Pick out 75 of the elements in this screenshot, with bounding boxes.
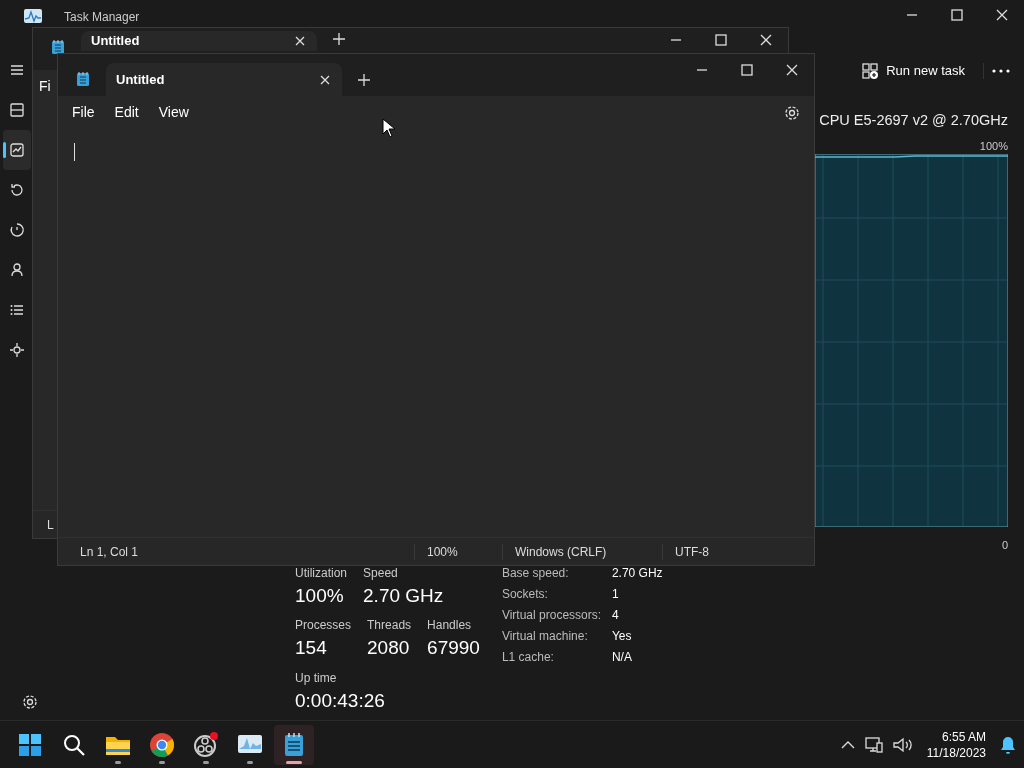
close-icon: [320, 74, 330, 85]
chart-icon: [9, 142, 25, 158]
users-icon: [9, 262, 25, 278]
gauge-icon: [9, 222, 25, 238]
stat-label: Threads: [367, 617, 412, 635]
maximize-icon: [740, 64, 753, 76]
menu-item[interactable]: File: [64, 98, 103, 127]
grid-icon: [9, 102, 25, 118]
stat-label: Handles: [427, 617, 473, 635]
stat-value: 154: [295, 636, 328, 661]
settings-icon[interactable]: [22, 694, 38, 710]
spec-value: N/A: [611, 648, 633, 666]
menu-icon: [9, 62, 25, 78]
start-icon: [17, 731, 43, 758]
taskbar-button[interactable]: [274, 724, 314, 765]
stat-label: Up time: [295, 669, 338, 687]
plus-icon: [333, 33, 345, 45]
stat-value: 2080: [367, 636, 411, 661]
axis-label: 100%: [979, 138, 1008, 154]
notepad-icon: [76, 71, 90, 87]
settings-icon[interactable]: [784, 104, 800, 121]
bell-icon[interactable]: [1000, 735, 1016, 754]
close-icon: [785, 64, 798, 76]
clock[interactable]: 6:55 AM 11/18/2023: [922, 728, 990, 761]
more-icon: [992, 69, 1010, 73]
new-tab-button[interactable]: [356, 72, 372, 88]
run-new-task-button[interactable]: Run new task: [852, 57, 975, 85]
recorder-icon: [193, 731, 219, 758]
menu-item[interactable]: Edit: [106, 98, 147, 127]
spec-value: Yes: [611, 627, 633, 645]
stat-value: 100%: [295, 583, 345, 608]
stat-label: Utilization: [295, 564, 348, 582]
status-text: Ln 1, Col 1: [79, 543, 140, 560]
status-text: Windows (CRLF): [502, 543, 662, 560]
cursor-icon: [382, 118, 396, 138]
window-title: Task Manager: [64, 9, 140, 26]
new-task-icon: [862, 63, 879, 79]
stat-label: Speed: [363, 564, 399, 582]
menu-item[interactable]: Fi: [33, 72, 57, 101]
cpu-name: CPU E5-2697 v2 @ 2.70GHz: [819, 111, 1008, 130]
task-manager-icon: [24, 9, 42, 23]
stat-value: 0:00:43:26: [295, 688, 385, 713]
notepad-icon: [51, 39, 65, 55]
status-text: L: [46, 516, 55, 533]
network-icon[interactable]: [864, 736, 883, 753]
list-icon: [9, 302, 25, 318]
tab[interactable]: Untitled: [81, 31, 317, 51]
tab[interactable]: Untitled: [106, 63, 342, 96]
spec-value: 2.70 GHz: [611, 564, 663, 582]
status-text: 100%: [414, 543, 502, 560]
close-icon: [759, 34, 772, 46]
menu-item[interactable]: View: [150, 98, 197, 127]
spec-label: Virtual machine:: [501, 627, 589, 645]
spec-label: L1 cache:: [501, 648, 555, 666]
volume-icon[interactable]: [892, 736, 913, 753]
spec-label: Base speed:: [501, 564, 570, 582]
spec-label: Virtual processors:: [501, 606, 603, 624]
plus-icon: [358, 74, 370, 86]
axis-label: 0: [1001, 538, 1008, 554]
status-text: UTF-8: [662, 543, 782, 560]
chevron-up-icon[interactable]: [840, 739, 855, 750]
sidebar-item[interactable]: [3, 130, 31, 170]
spec-label: Sockets:: [501, 585, 549, 603]
maximize-icon: [714, 34, 727, 46]
close-icon: [295, 36, 305, 46]
close-icon: [995, 9, 1008, 21]
stat-value: 2.70 GHz: [363, 583, 444, 608]
maximize-icon: [950, 9, 963, 21]
stat-label: Processes: [295, 617, 352, 635]
history-icon: [9, 182, 25, 198]
stat-value: 67990: [427, 636, 480, 661]
browser-icon: [149, 731, 175, 758]
spec-value: 1: [611, 585, 620, 603]
new-tab-button[interactable]: [331, 31, 347, 47]
spec-value: 4: [611, 606, 620, 624]
